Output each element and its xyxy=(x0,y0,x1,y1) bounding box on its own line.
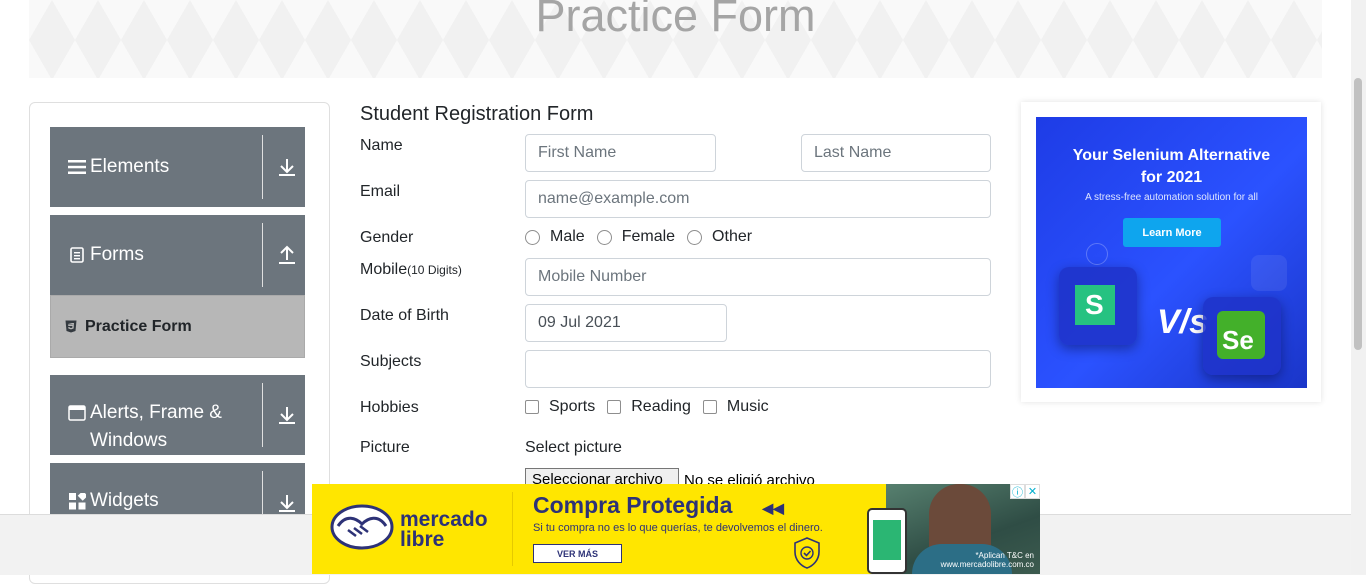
radio-button[interactable] xyxy=(687,229,703,245)
rewind-icon: ◀◀ xyxy=(762,500,784,516)
side-advertisement[interactable]: Your Selenium Alternative for 2021 A str… xyxy=(1036,117,1307,388)
checkbox[interactable] xyxy=(525,400,539,414)
sidebar-group-label: Forms xyxy=(90,244,144,265)
name-label: Name xyxy=(360,137,403,154)
subjects-label: Subjects xyxy=(360,353,422,370)
sidebar-group-label: Alerts, Frame & xyxy=(90,402,222,423)
divider xyxy=(512,492,513,566)
ad-terms-line1: *Aplican T&C en xyxy=(975,551,1034,560)
ad-headline: Your Selenium Alternative for 2021 xyxy=(1036,145,1307,189)
phone-image xyxy=(867,508,907,574)
arrow-down-icon[interactable] xyxy=(276,405,298,425)
katalon-logo-tile: S xyxy=(1059,267,1137,345)
menu-lines-icon xyxy=(66,159,88,175)
divider xyxy=(262,383,263,447)
checkbox[interactable] xyxy=(607,400,622,414)
bottom-advertisement[interactable]: mercado libre Compra Protegida ◀◀ Si tu c… xyxy=(312,484,1040,574)
radio-label: Male xyxy=(550,228,585,245)
last-name-input[interactable]: Last Name xyxy=(801,134,991,172)
mercadolibre-handshake-icon xyxy=(330,504,394,550)
document-icon xyxy=(66,247,88,263)
radio-label: Female xyxy=(621,228,676,245)
shield-check-icon xyxy=(794,537,820,569)
form-title: Student Registration Form xyxy=(360,103,594,125)
ad-subline: A stress-free automation solution for al… xyxy=(1085,192,1258,203)
dob-label: Date of Birth xyxy=(360,307,449,324)
radio-label: Other xyxy=(712,228,753,245)
sidebar-group-forms[interactable]: Forms xyxy=(50,215,305,295)
brand-line2: libre xyxy=(400,528,445,551)
selenium-logo: Se xyxy=(1217,311,1265,359)
window-icon xyxy=(66,405,88,421)
picture-label: Picture xyxy=(360,439,410,456)
ad-close-icon[interactable]: ✕ xyxy=(1025,484,1040,499)
scrollbar-thumb[interactable] xyxy=(1354,78,1362,350)
divider xyxy=(262,135,263,199)
email-input[interactable]: name@example.com xyxy=(525,180,991,218)
gender-option-other[interactable]: Other xyxy=(687,228,752,246)
versus-text: V/s xyxy=(1157,303,1209,341)
ad-terms: *Aplican T&C en www.mercadolibre.com.co xyxy=(922,551,1034,569)
sidebar: Elements Forms Practice Form Alerts, Fra… xyxy=(29,102,330,584)
html5-icon xyxy=(65,320,77,333)
ad-title-text: Compra Protegida xyxy=(533,492,733,518)
gender-label: Gender xyxy=(360,229,414,246)
code-icon xyxy=(1251,255,1287,291)
katalon-logo-letter: S xyxy=(1085,289,1104,320)
learn-more-button[interactable]: Learn More xyxy=(1123,218,1221,247)
checkbox-label: Music xyxy=(726,398,769,415)
arrow-down-icon[interactable] xyxy=(276,493,298,513)
gender-radio-group: Male Female Other xyxy=(525,228,764,246)
hobbies-checkbox-group: Sports Reading Music xyxy=(525,398,781,416)
arrow-down-icon[interactable] xyxy=(276,157,298,177)
sidebar-group-alerts[interactable]: Alerts, Frame & Windows xyxy=(50,375,305,455)
katalon-logo: S xyxy=(1075,285,1115,325)
sidebar-item-label: Practice Form xyxy=(85,317,192,335)
mobile-hint: (10 Digits) xyxy=(407,263,462,277)
sidebar-item-practice-form[interactable]: Practice Form xyxy=(50,295,305,358)
header-banner: Practice Form xyxy=(29,0,1322,78)
widgets-icon xyxy=(66,493,88,510)
radio-button[interactable] xyxy=(596,229,612,245)
mobile-label-text: Mobile xyxy=(360,261,408,278)
sidebar-group-label: Widgets xyxy=(90,490,159,511)
mobile-input[interactable]: Mobile Number xyxy=(525,258,991,296)
ad-controls: ⓘ ✕ xyxy=(1010,484,1040,499)
ad-headline-line1: Your Selenium Alternative xyxy=(1072,147,1271,164)
ad-title: Compra Protegida ◀◀ xyxy=(533,492,784,519)
checkbox-label: Sports xyxy=(549,398,596,415)
arrow-up-icon[interactable] xyxy=(276,245,298,265)
divider xyxy=(262,223,263,287)
gender-option-female[interactable]: Female xyxy=(596,228,676,246)
ad-terms-line2: www.mercadolibre.com.co xyxy=(940,560,1034,569)
selenium-logo-tile: Se xyxy=(1203,297,1281,375)
brand-name: mercado libre xyxy=(400,508,488,551)
hobby-option-sports[interactable]: Sports xyxy=(525,398,595,416)
hobby-option-reading[interactable]: Reading xyxy=(607,398,691,416)
checkbox[interactable] xyxy=(702,400,717,414)
subjects-input[interactable] xyxy=(525,350,991,388)
selenium-logo-letters: Se xyxy=(1222,325,1254,355)
radio-button[interactable] xyxy=(525,229,540,245)
gender-option-male[interactable]: Male xyxy=(525,228,585,246)
hobby-option-music[interactable]: Music xyxy=(702,398,769,416)
sidebar-group-label: Elements xyxy=(90,156,170,177)
hobbies-label: Hobbies xyxy=(360,399,419,416)
mobile-label: Mobile(10 Digits) xyxy=(360,261,462,279)
phone-screen xyxy=(873,520,901,560)
decor-circle xyxy=(1086,243,1108,265)
select-picture-label: Select picture xyxy=(525,439,622,456)
date-of-birth-input[interactable]: 09 Jul 2021 xyxy=(525,304,727,342)
sidebar-group-elements[interactable]: Elements xyxy=(50,127,305,207)
ver-mas-button[interactable]: VER MÁS xyxy=(533,544,622,563)
email-label: Email xyxy=(360,183,401,200)
ad-headline-line2: for 2021 xyxy=(1140,169,1203,186)
page-title: Practice Form xyxy=(535,0,816,41)
brand-line1: mercado xyxy=(400,508,488,531)
sidebar-group-label-line2: Windows xyxy=(90,430,168,451)
checkbox-label: Reading xyxy=(631,398,691,415)
ad-info-icon[interactable]: ⓘ xyxy=(1010,484,1025,499)
first-name-input[interactable]: First Name xyxy=(525,134,716,172)
ad-tagline: Si tu compra no es lo que querías, te de… xyxy=(533,522,823,534)
